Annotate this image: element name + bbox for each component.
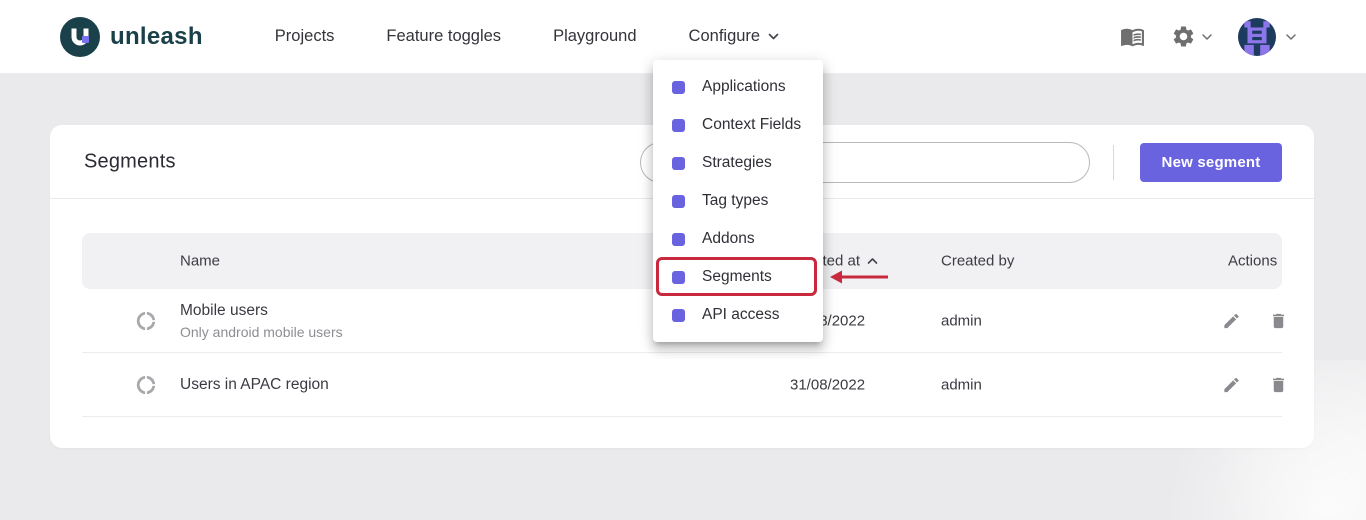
- nav-right-icons: [1120, 18, 1296, 56]
- pencil-edit-icon[interactable]: [1222, 375, 1241, 394]
- created-at-value: 31/08/2022: [790, 376, 865, 393]
- chevron-down-icon: [768, 33, 779, 40]
- menu-item-label: Tag types: [702, 192, 768, 210]
- column-header-actions: Actions: [1228, 253, 1277, 270]
- avatar: [1238, 18, 1276, 56]
- configure-label: Configure: [689, 27, 761, 46]
- purple-square-bullet-icon: [672, 81, 685, 94]
- purple-square-bullet-icon: [672, 271, 685, 284]
- menu-item-label: Context Fields: [702, 116, 801, 134]
- menu-item-addons[interactable]: Addons: [653, 220, 823, 258]
- menu-item-tag-types[interactable]: Tag types: [653, 182, 823, 220]
- brand-name: unleash: [110, 23, 203, 51]
- chevron-down-icon: [1286, 34, 1296, 40]
- menu-item-label: Segments: [702, 268, 772, 286]
- segment-description: Only android mobile users: [180, 324, 343, 340]
- purple-square-bullet-icon: [672, 309, 685, 322]
- new-segment-button[interactable]: New segment: [1140, 143, 1282, 182]
- segment-name-cell[interactable]: Mobile users Only android mobile users: [180, 302, 343, 340]
- menu-item-label: Addons: [702, 230, 755, 248]
- unleash-logo[interactable]: unleash: [60, 17, 203, 57]
- chevron-down-icon: [1202, 34, 1212, 40]
- purple-square-bullet-icon: [672, 195, 685, 208]
- segment-name-cell[interactable]: Users in APAC region: [180, 376, 329, 394]
- created-by-value: admin: [941, 312, 982, 329]
- configure-dropdown-menu: Applications Context Fields Strategies T…: [653, 60, 823, 342]
- menu-item-segments[interactable]: Segments: [653, 258, 823, 296]
- nav-item-projects[interactable]: Projects: [275, 27, 335, 46]
- table-row: Users in APAC region 31/08/2022 admin: [82, 353, 1282, 417]
- segment-name: Users in APAC region: [180, 376, 329, 394]
- settings-menu-button[interactable]: [1171, 24, 1212, 49]
- menu-item-applications[interactable]: Applications: [653, 68, 823, 106]
- user-profile-button[interactable]: [1238, 18, 1296, 56]
- nav-item-configure[interactable]: Configure: [689, 27, 780, 46]
- sort-ascending-icon: [867, 258, 878, 265]
- created-by-value: admin: [941, 376, 982, 393]
- nav-item-feature-toggles[interactable]: Feature toggles: [386, 27, 501, 46]
- page-title: Segments: [84, 150, 176, 173]
- column-header-created-by[interactable]: Created by: [941, 253, 1014, 270]
- main-nav: Projects Feature toggles Playground Conf…: [275, 27, 779, 46]
- header-divider: [1113, 145, 1114, 180]
- purple-square-bullet-icon: [672, 119, 685, 132]
- segment-name: Mobile users: [180, 302, 343, 320]
- menu-item-label: Strategies: [702, 154, 772, 172]
- menu-item-api-access[interactable]: API access: [653, 296, 823, 334]
- row-actions: [1222, 375, 1288, 394]
- donut-segments-icon: [135, 310, 157, 332]
- trash-delete-icon[interactable]: [1269, 311, 1288, 330]
- trash-delete-icon[interactable]: [1269, 375, 1288, 394]
- menu-item-label: Applications: [702, 78, 786, 96]
- purple-square-bullet-icon: [672, 157, 685, 170]
- donut-segments-icon: [135, 374, 157, 396]
- row-actions: [1222, 311, 1288, 330]
- column-header-name[interactable]: Name: [180, 253, 220, 270]
- pencil-edit-icon[interactable]: [1222, 311, 1241, 330]
- menu-item-strategies[interactable]: Strategies: [653, 144, 823, 182]
- gear-icon: [1171, 24, 1196, 49]
- purple-square-bullet-icon: [672, 233, 685, 246]
- unleash-logo-icon: [60, 17, 100, 57]
- menu-item-label: API access: [702, 306, 780, 324]
- nav-item-playground[interactable]: Playground: [553, 27, 636, 46]
- menu-item-context-fields[interactable]: Context Fields: [653, 106, 823, 144]
- documentation-book-icon[interactable]: [1120, 24, 1145, 49]
